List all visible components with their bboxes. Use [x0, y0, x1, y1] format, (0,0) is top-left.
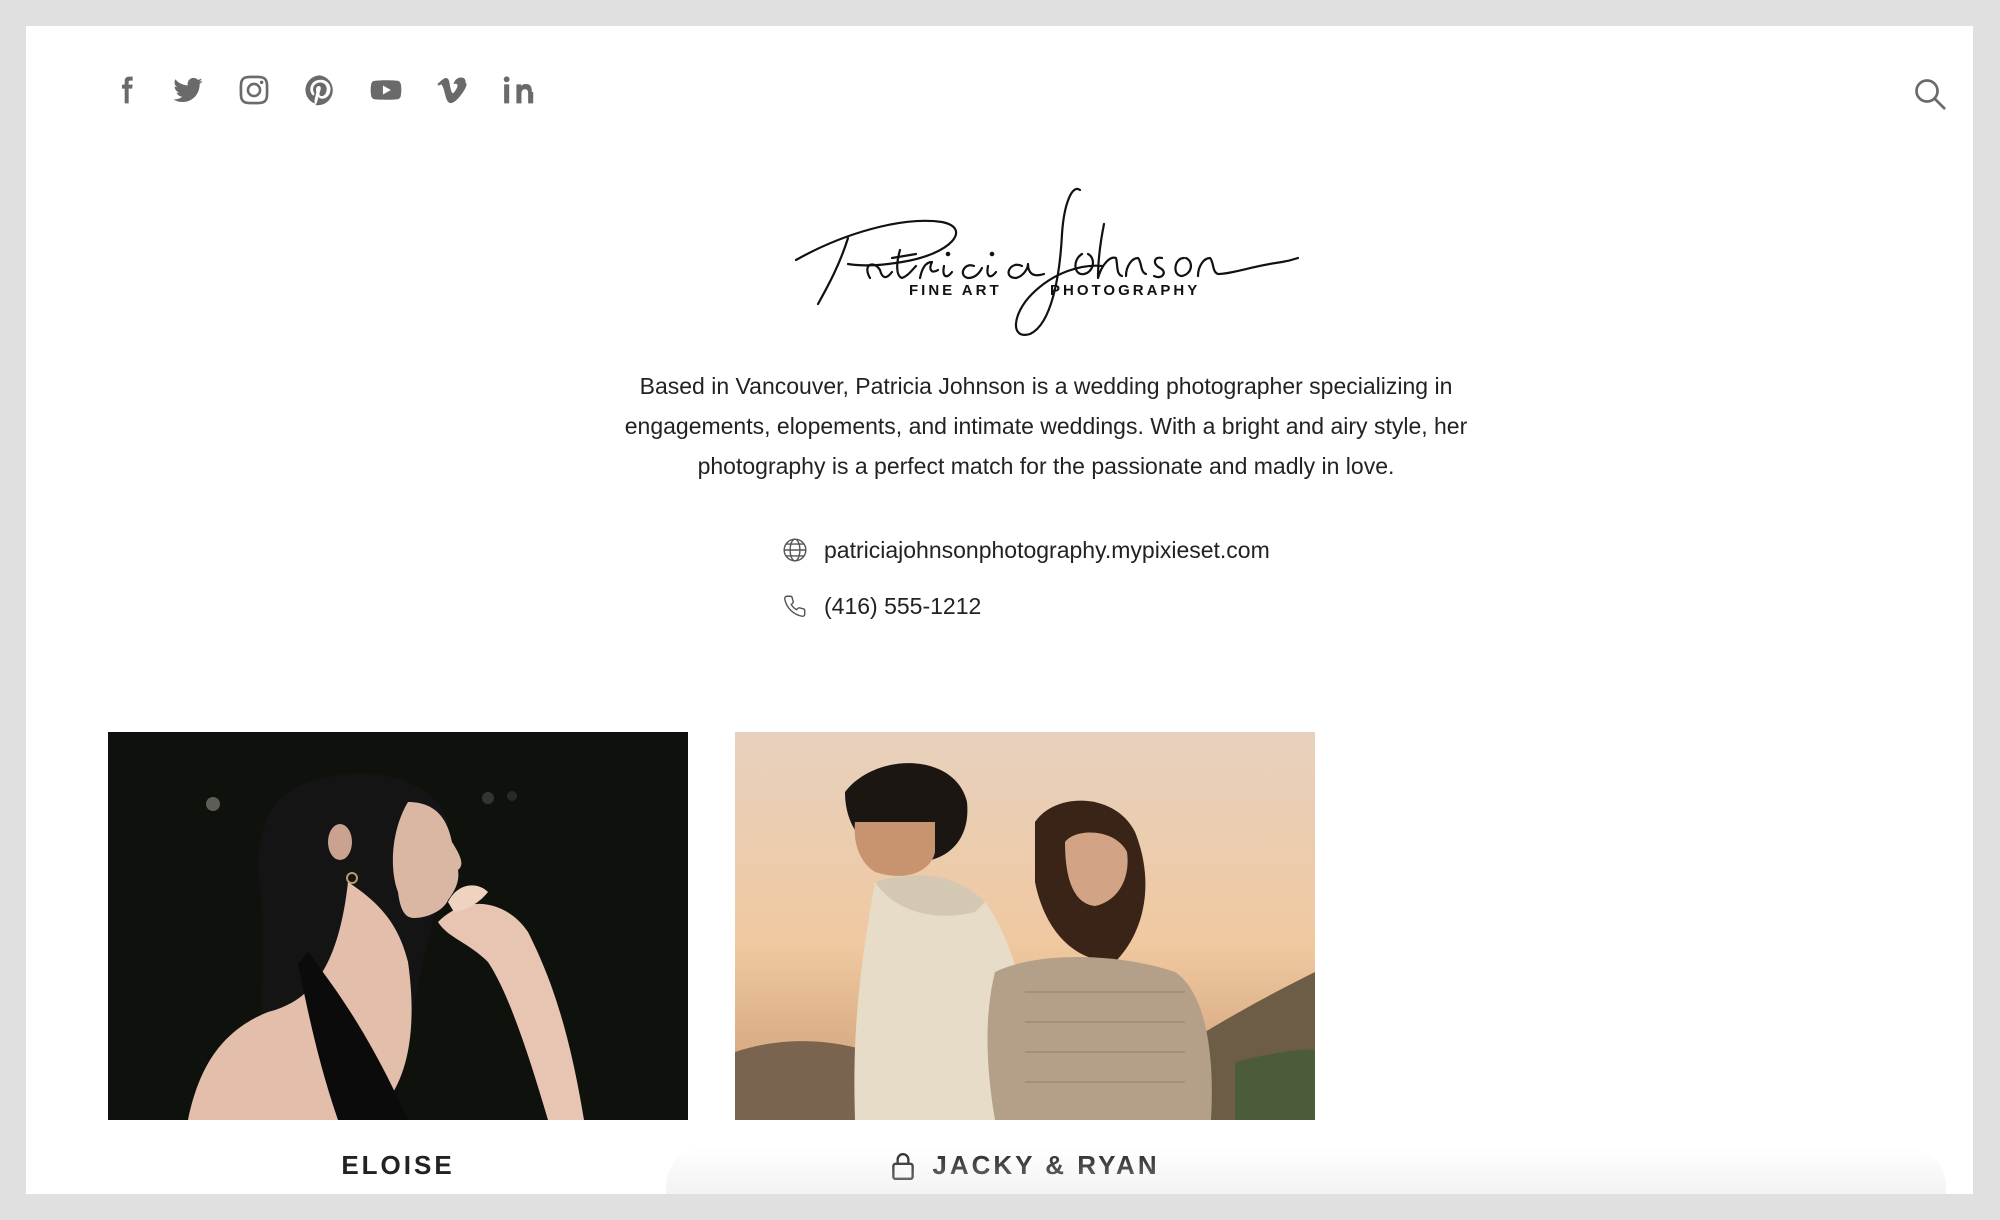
twitter-icon[interactable]: [168, 70, 208, 110]
instagram-icon[interactable]: [234, 70, 274, 110]
pinterest-icon[interactable]: [300, 70, 340, 110]
youtube-icon[interactable]: [366, 70, 406, 110]
logo-subtitle-left: FINE ART: [909, 282, 1002, 299]
gallery-card-eloise[interactable]: ELOISE: [108, 732, 688, 1181]
bio-text: Based in Vancouver, Patricia Johnson is …: [624, 373, 1468, 479]
gallery-title[interactable]: JACKY & RYAN: [735, 1150, 1315, 1181]
gallery-cover-image[interactable]: [735, 732, 1315, 1120]
phone-icon: [780, 591, 810, 621]
gallery-title[interactable]: ELOISE: [108, 1150, 688, 1181]
vimeo-icon[interactable]: [432, 70, 472, 110]
website-row: patriciajohnsonphotography.mypixieset.co…: [780, 530, 1270, 570]
gallery-title-text: ELOISE: [341, 1150, 455, 1180]
gallery-cover-image[interactable]: [108, 732, 688, 1120]
website-link[interactable]: patriciajohnsonphotography.mypixieset.co…: [824, 537, 1270, 564]
gallery-title-text: JACKY & RYAN: [932, 1150, 1160, 1180]
logo-subtitle-right: PHOTOGRAPHY: [1050, 282, 1201, 299]
site-logo[interactable]: FINE ART PHOTOGRAPHY: [782, 154, 1302, 336]
search-button[interactable]: [1906, 70, 1954, 118]
search-icon: [1915, 79, 1946, 110]
lock-icon: [892, 1152, 915, 1180]
facebook-icon[interactable]: [106, 70, 146, 110]
phone-row: (416) 555-1212: [780, 586, 1270, 626]
globe-icon: [780, 535, 810, 565]
linkedin-icon[interactable]: [498, 70, 538, 110]
phone-link[interactable]: (416) 555-1212: [824, 593, 981, 620]
signature-logo: [794, 187, 1300, 336]
page-container: FINE ART PHOTOGRAPHY Based in Vancouver,…: [26, 26, 1973, 1194]
contact-info: patriciajohnsonphotography.mypixieset.co…: [780, 530, 1270, 642]
gallery-card-jacky-ryan[interactable]: JACKY & RYAN: [735, 732, 1315, 1181]
social-links: [106, 70, 564, 110]
